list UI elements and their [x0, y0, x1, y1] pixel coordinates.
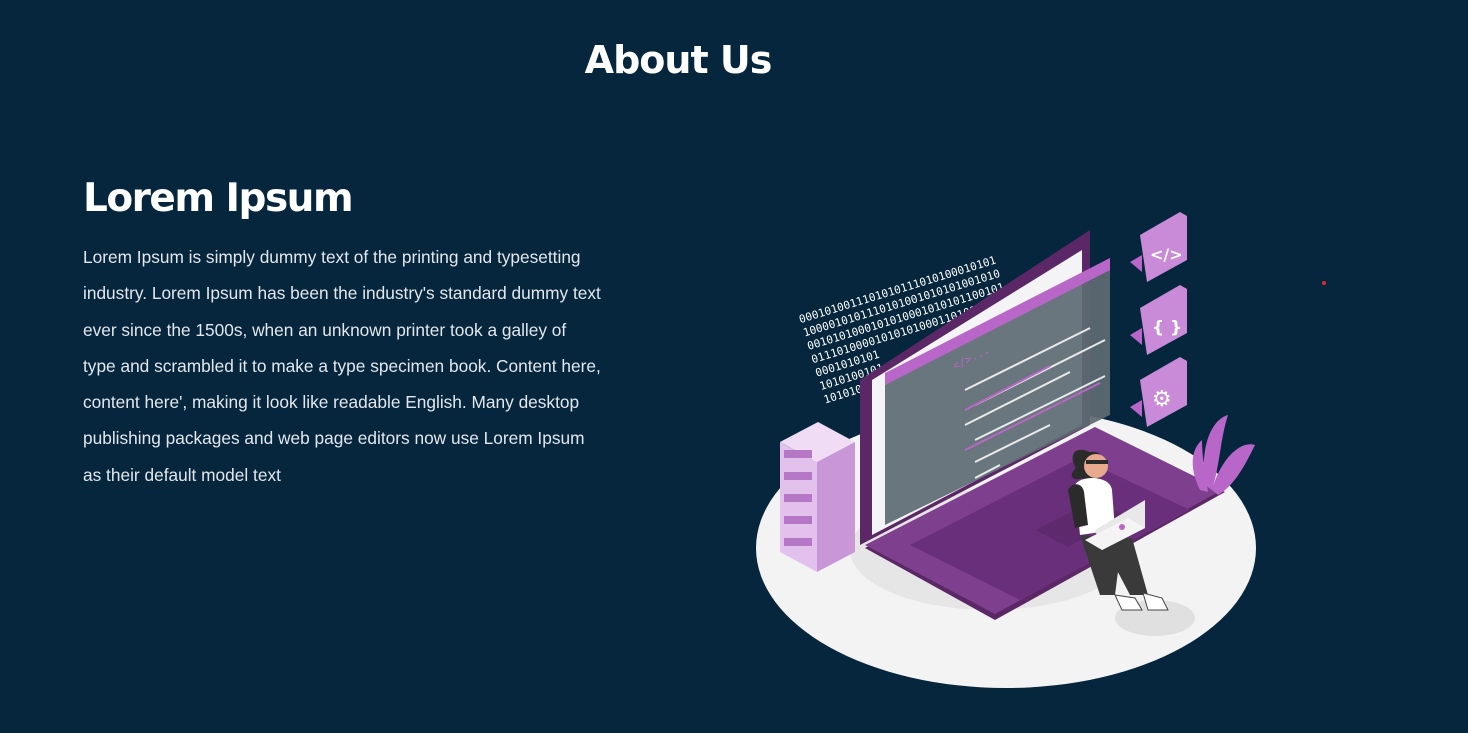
code-icon: </> — [1150, 245, 1183, 264]
code-bubble: </> — [1130, 212, 1187, 282]
about-body: Lorem Ipsum is simply dummy text of the … — [83, 247, 601, 485]
about-heading: Lorem Ipsum — [83, 176, 354, 221]
plant — [1192, 415, 1255, 495]
braces-bubble: { } — [1130, 285, 1187, 355]
about-content: Lorem Ipsum Lorem Ipsum is simply dummy … — [83, 176, 603, 493]
gear-icon: ⚙ — [1152, 387, 1172, 412]
developer-illustration: 0001010011101010111010100010101 10000101… — [756, 212, 1256, 688]
speech-bubbles: </> { } ⚙ — [1130, 212, 1187, 427]
indicator-dot — [1322, 281, 1326, 285]
server-stack — [780, 422, 855, 572]
gear-bubble: ⚙ — [1130, 357, 1187, 427]
page-title: About Us — [584, 38, 773, 82]
braces-icon: { } — [1152, 318, 1182, 338]
